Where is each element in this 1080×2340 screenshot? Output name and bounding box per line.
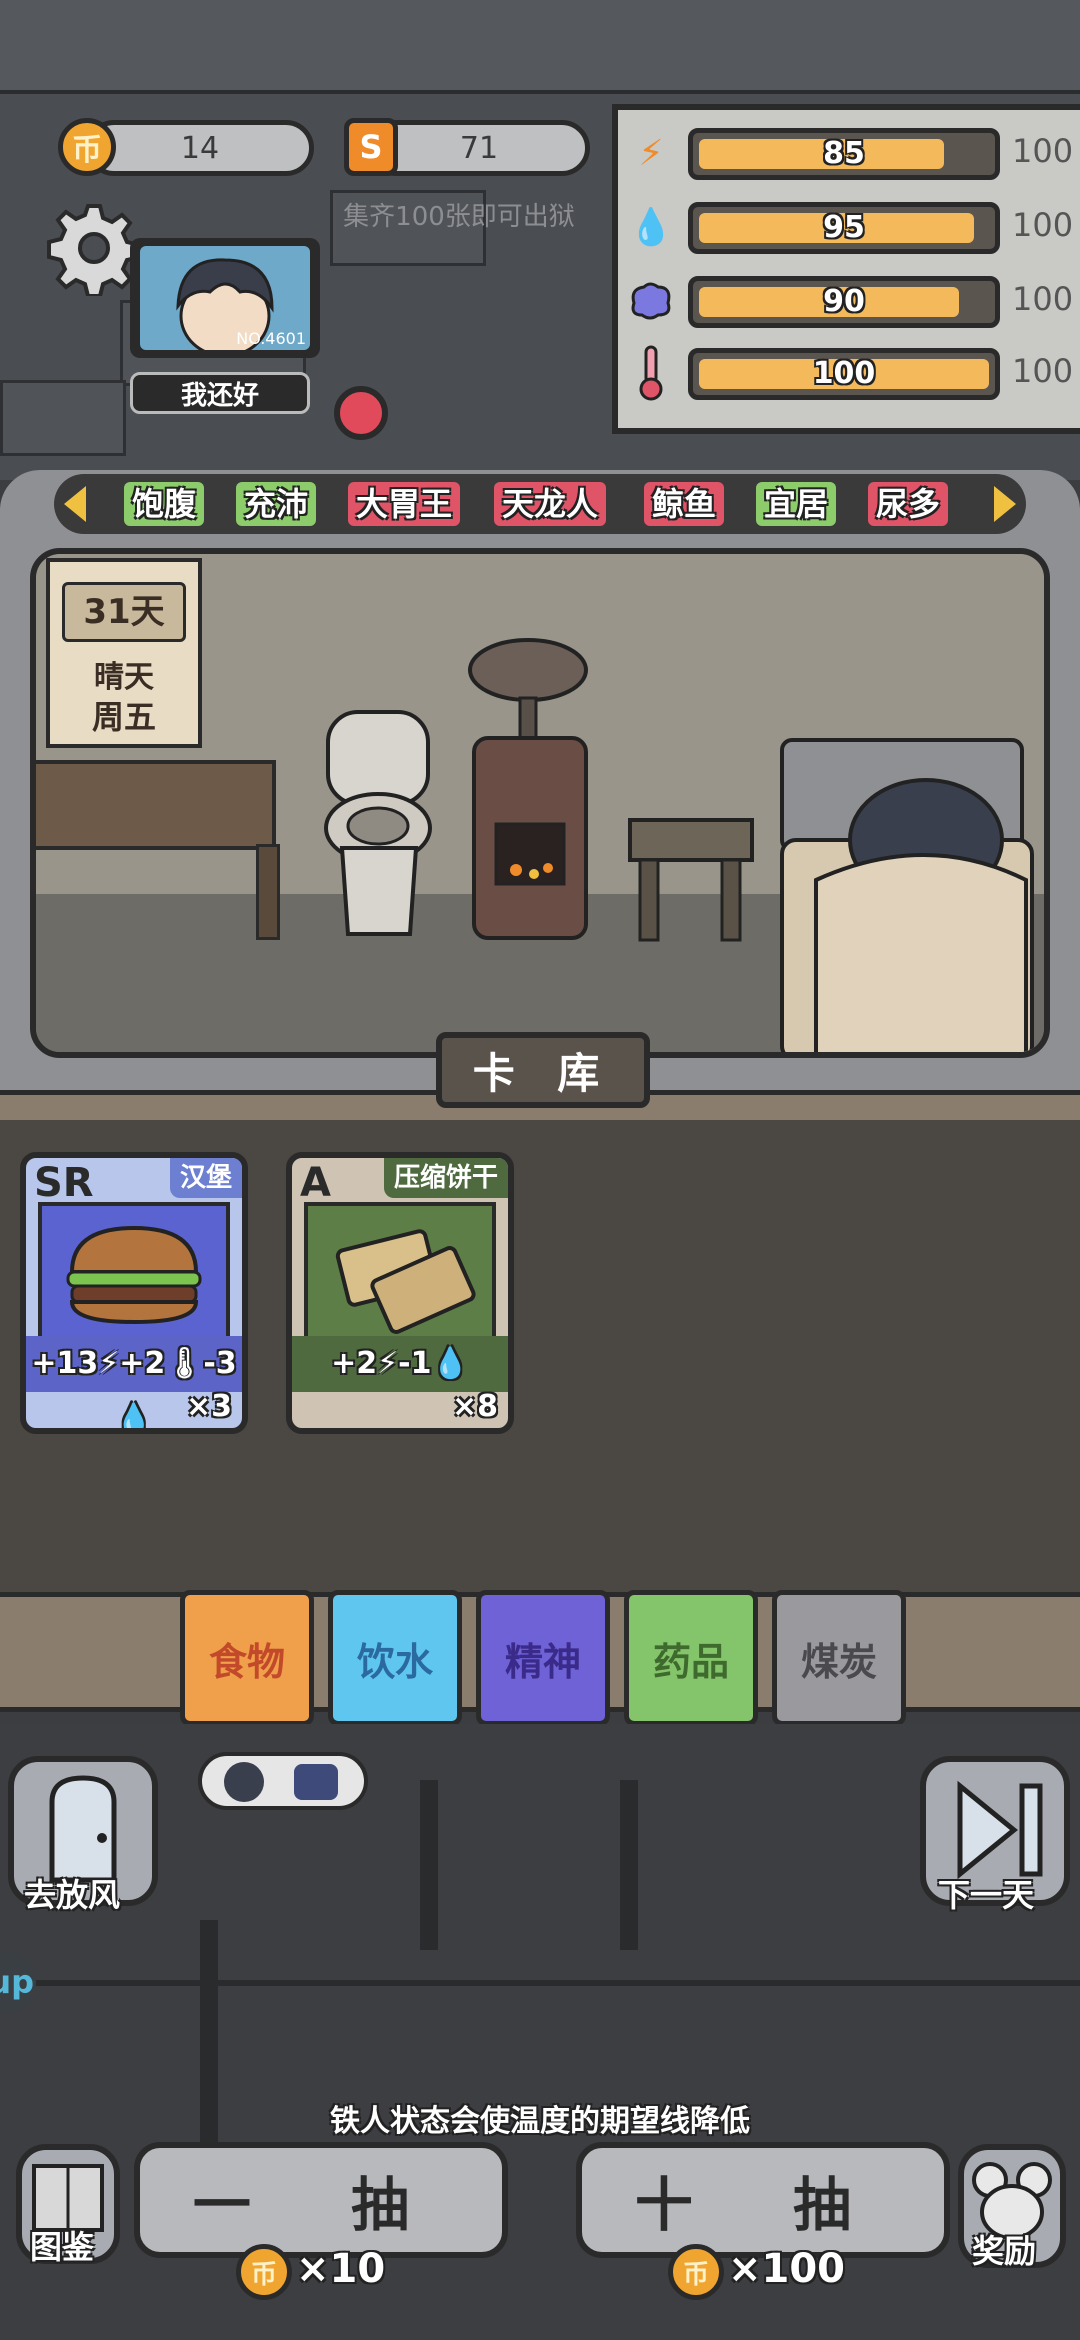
card-effect: +13⚡+2🌡-3💧 (26, 1336, 242, 1428)
cell-room-scene: 31天 晴天 周五 (30, 548, 1050, 1058)
calendar-weekday: 周五 (91, 698, 156, 736)
card-library-title: 卡 库 (436, 1032, 650, 1108)
draw-one-button[interactable]: 一 抽 (134, 2142, 508, 2258)
stats-panel: ⚡ 85 100 💧 95 100 90 100 100 100 (612, 104, 1080, 434)
card-effect: +2⚡-1💧 (292, 1336, 508, 1392)
mind-value: 90 (823, 284, 865, 319)
floor-line (0, 1980, 1080, 1986)
thought-bubble (198, 1752, 368, 1810)
temperature-value: 100 (812, 356, 876, 391)
cell-bar (420, 1780, 438, 1950)
desk-leg (256, 844, 280, 940)
calendar-weather: 晴天 (94, 660, 154, 695)
avatar[interactable]: NO.4601 (140, 246, 310, 350)
status-tag-strip: 饱腹 充沛 大胃王 天龙人 鲸鱼 宜居 尿多 (54, 474, 1026, 534)
water-drop-icon: 💧 (628, 207, 674, 248)
sleeping-prisoner-bed[interactable] (776, 730, 1036, 1052)
thermometer-icon (628, 345, 674, 401)
energy-value: 85 (823, 136, 865, 171)
coin-glyph: 币 (250, 2259, 277, 2290)
card-count: ×3 (185, 1389, 232, 1424)
alarm-light-icon (334, 386, 388, 440)
tab-food[interactable]: 食物 (180, 1590, 314, 1726)
mood-label: 我还好 (130, 372, 310, 414)
coin-icon: 币 (668, 2244, 724, 2300)
hamburger-icon (38, 1202, 230, 1342)
tab-water[interactable]: 饮水 (328, 1590, 462, 1726)
mind-max: 100 (1012, 280, 1074, 318)
draw-one-cost: ×10 (296, 2246, 386, 2292)
coin-glyph: 币 (682, 2259, 709, 2290)
draw-ten-cost: ×100 (728, 2246, 846, 2292)
side-float-label: up (0, 1963, 34, 2001)
coin-icon: 币 (236, 2244, 292, 2300)
water-max: 100 (1012, 206, 1074, 244)
energy-max: 100 (1012, 132, 1074, 170)
coal-stove[interactable] (456, 634, 606, 954)
draw-ten-label: 十 抽 (634, 2171, 892, 2239)
mind-bar: 90 (688, 276, 1000, 328)
temperature-max: 100 (1012, 352, 1074, 390)
calendar[interactable]: 31天 晴天 周五 (46, 558, 202, 748)
tag-item[interactable]: 尿多 (868, 482, 949, 526)
coin-glyph: 币 (72, 133, 102, 168)
prisoner-face-icon (224, 1762, 264, 1802)
coin-amount: 14 (180, 130, 220, 166)
tags-next-arrow-icon[interactable] (994, 486, 1016, 522)
tag-item[interactable]: 鲸鱼 (644, 482, 725, 526)
brain-icon (628, 278, 674, 324)
reward-label: 奖励 (972, 2232, 1037, 2270)
stool (626, 816, 756, 946)
card-compressed-biscuit[interactable]: A 压缩饼干 +2⚡-1💧 ×8 (286, 1152, 514, 1434)
draw-one-label: 一 抽 (192, 2171, 450, 2239)
tag-item[interactable]: 饱腹 (124, 482, 205, 526)
ticket-amount: 71 (459, 130, 499, 166)
tags-prev-arrow-icon[interactable] (64, 486, 86, 522)
tag-item[interactable]: 充沛 (236, 482, 317, 526)
tab-mind[interactable]: 精神 (476, 1590, 610, 1726)
card-count: ×8 (451, 1389, 498, 1424)
desk (36, 760, 276, 850)
water-bar: 95 (688, 202, 1000, 254)
energy-bar: 85 (688, 128, 1000, 180)
draw-ten-button[interactable]: 十 抽 (576, 2142, 950, 2258)
card-name: 汉堡 (169, 1158, 242, 1198)
wall-brick (0, 380, 126, 456)
card-rank: A (300, 1160, 331, 1206)
biscuit-icon (304, 1202, 496, 1342)
tag-item[interactable]: 大胃王 (348, 482, 461, 526)
collect-hint: 集齐100张即可出狱 (343, 202, 575, 232)
card-rank: SR (34, 1160, 94, 1206)
tag-item[interactable]: 宜居 (756, 482, 837, 526)
tip-text: 铁人状态会使温度的期望线降低 (330, 2104, 750, 2139)
tag-item[interactable]: 天龙人 (494, 482, 607, 526)
next-day-label: 下一天 (938, 1876, 1035, 1914)
avatar-id: NO.4601 (236, 329, 306, 348)
calendar-day: 31天 (62, 582, 186, 642)
coin-icon: 币 (58, 118, 116, 176)
tab-coal[interactable]: 煤炭 (772, 1590, 906, 1726)
cell-bar (620, 1780, 638, 1950)
go-out-label: 去放风 (24, 1876, 121, 1914)
coin-counter: 14 (86, 120, 314, 176)
settings-gear-icon[interactable] (46, 200, 142, 298)
lightning-icon: ⚡ (638, 132, 664, 174)
ticket-glyph: S (359, 128, 383, 166)
ticket-icon: S (344, 118, 398, 176)
toilet[interactable] (320, 708, 438, 944)
card-name: 压缩饼干 (383, 1158, 508, 1198)
water-value: 95 (823, 210, 865, 245)
roof-beam (0, 0, 1080, 94)
guard-face-icon (294, 1764, 338, 1800)
temperature-bar: 100 (688, 348, 1000, 400)
ticket-counter: 71 (368, 120, 590, 176)
tab-medicine[interactable]: 药品 (624, 1590, 758, 1726)
card-hamburger[interactable]: SR 汉堡 +13⚡+2🌡-3💧 ×3 (20, 1152, 248, 1434)
handbook-label: 图鉴 (30, 2228, 95, 2266)
